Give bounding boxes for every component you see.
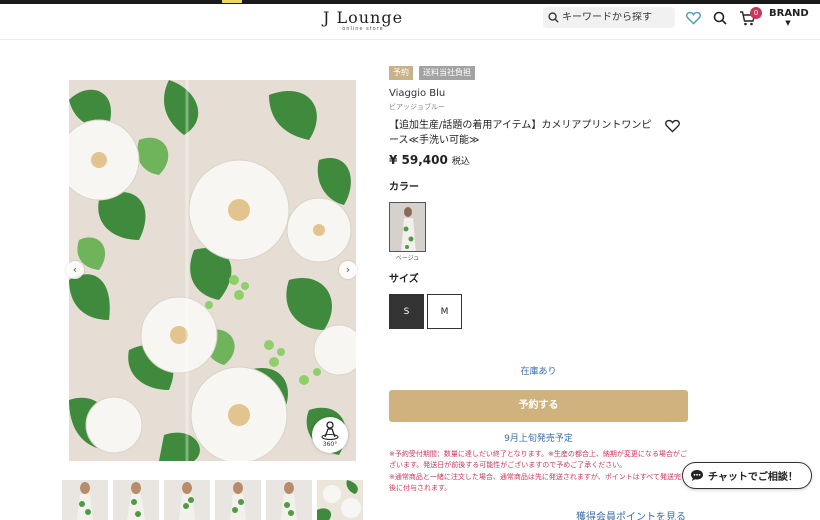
product-price: ¥ 59,400 税込 [389,153,470,167]
search-box[interactable] [543,7,675,28]
search-icon[interactable] [713,11,727,25]
tax-label: 税込 [451,157,470,167]
brand-menu-label: BRAND [769,8,809,19]
search-icon [548,12,559,23]
color-swatch-beige[interactable] [389,202,426,252]
brand-menu[interactable]: BRAND ▼ [769,8,809,27]
price-value: ¥ 59,400 [389,153,448,167]
top-bar-accent [222,0,242,3]
color-label: カラー [389,182,419,193]
logo-sub-text: online store [342,26,384,32]
points-link[interactable]: 獲得会員ポイントを見る [576,508,686,520]
chevron-left-icon[interactable]: ‹ [66,261,84,279]
search-input[interactable] [562,12,667,23]
view-360-label: 360° [322,441,338,448]
stock-status: 在庫あり [520,367,557,377]
brand-name[interactable]: Viaggio Blu [389,88,445,99]
thumbnail[interactable] [62,480,108,520]
thumbnail[interactable] [266,480,312,520]
shipping-note: ※通常商品と一緒に注文した場合、通常商品は先に発送されますが、ポイントはすべて発… [389,473,688,492]
free-shipping-badge: 送料当社負担 [419,66,475,80]
thumbnail[interactable] [113,480,159,520]
logo-main-text: J Lounge [322,8,404,27]
thumbnail[interactable] [215,480,261,520]
chevron-down-icon: ▼ [785,19,791,27]
color-swatch-name: ベージュ [395,255,420,262]
reserve-badge: 予約 [389,66,413,80]
view-360-button[interactable]: 360° [312,417,348,453]
size-m-button[interactable]: M [427,294,462,329]
site-logo[interactable]: J Lounge online store [318,10,408,33]
brand-kana: ビアッジョブルー [389,103,445,111]
release-info: 9月上旬発売予定 [504,434,573,444]
chevron-right-icon[interactable]: › [339,261,357,279]
size-s-button[interactable]: S [389,294,424,329]
heart-icon[interactable] [686,11,701,25]
size-label: サイズ [389,274,419,285]
chat-bubble-icon [691,470,703,481]
reservation-note: ※予約受付期間：数量に達しだい終了となります。※生産の都合上、納期が変更になる場… [389,450,687,469]
rotate-360-icon [321,421,339,441]
thumbnail[interactable] [164,480,210,520]
cart-count-badge: 0 [750,7,762,19]
chat-consult-button[interactable]: チャットでご相談！ [682,462,812,489]
thumbnail[interactable] [317,480,363,520]
favorite-heart-icon[interactable] [665,119,680,133]
product-title: 【追加生産/話題の着用アイテム】カメリアプリントワンピース≪手洗い可能≫ [389,120,652,146]
product-main-image[interactable] [69,80,356,461]
chat-label: チャットでご相談！ [708,472,798,483]
reserve-button[interactable]: 予約する [389,390,688,422]
